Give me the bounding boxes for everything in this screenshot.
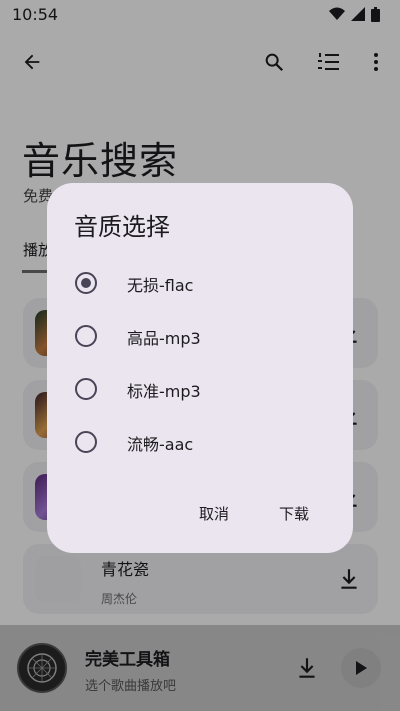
radio-button[interactable] [75,431,97,453]
dialog-title: 音质选择 [74,213,170,241]
cancel-button[interactable]: 取消 [195,501,233,526]
option-standard-mp3[interactable]: 标准-mp3 [47,363,353,416]
radio-button-checked[interactable] [75,272,97,294]
radio-button[interactable] [75,378,97,400]
option-label: 高品-mp3 [127,329,201,348]
option-high-mp3[interactable]: 高品-mp3 [47,310,353,363]
option-flac[interactable]: 无损-flac [47,257,353,310]
quality-dialog: 音质选择 无损-flac 高品-mp3 标准-mp3 流畅-aac 取消 下载 [47,183,353,553]
option-label: 无损-flac [127,276,194,295]
option-label: 流畅-aac [127,435,194,454]
radio-button[interactable] [75,325,97,347]
option-label: 标准-mp3 [127,382,201,401]
option-smooth-aac[interactable]: 流畅-aac [47,416,353,469]
download-button[interactable]: 下载 [275,501,313,526]
